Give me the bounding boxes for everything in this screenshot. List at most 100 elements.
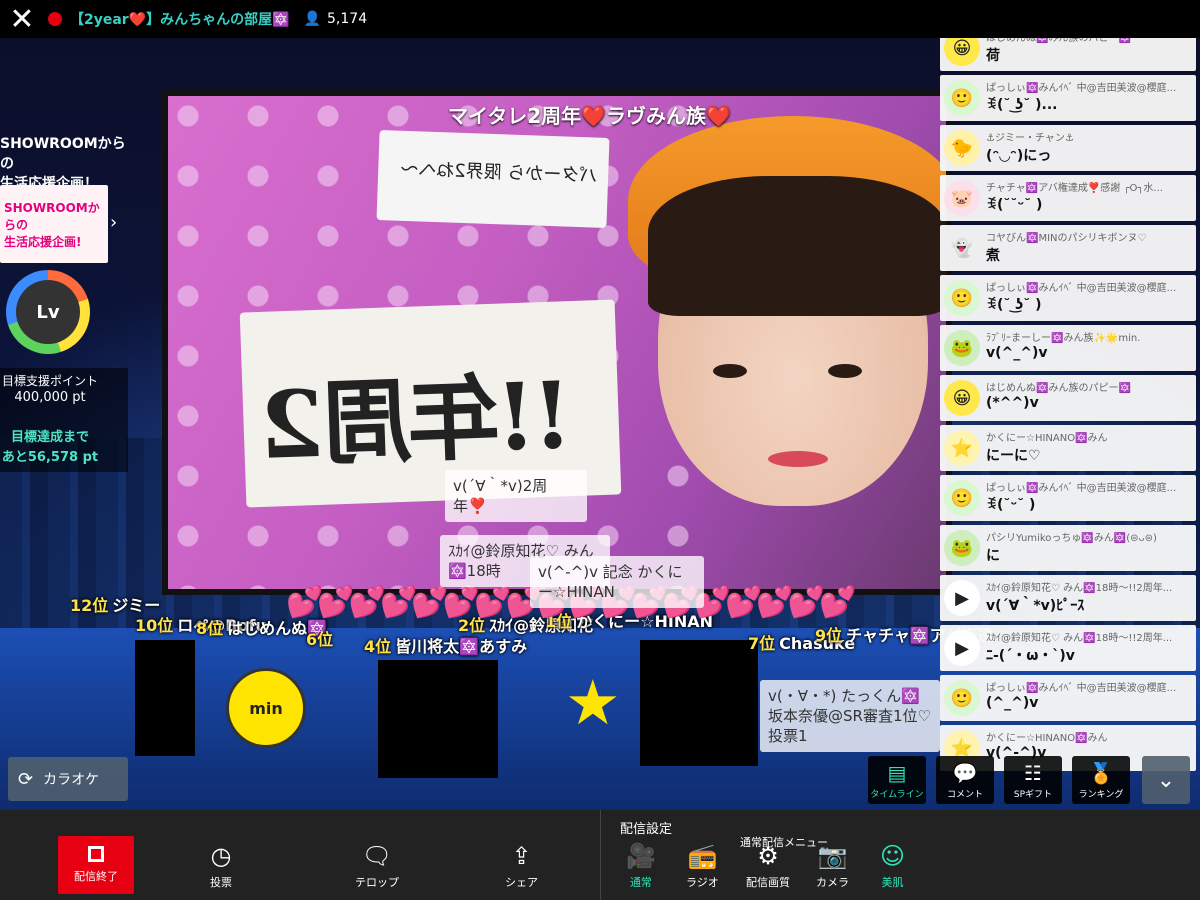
- top-bar: ✕ 【2year❤️】みんちゃんの部屋🔯 👤 5,174: [0, 0, 1200, 38]
- stop-icon: [88, 846, 104, 862]
- commenter-avatar[interactable]: 🐤: [944, 130, 980, 166]
- comment-text: (*^^)v: [986, 395, 1039, 411]
- comment-item[interactable]: 😀 はじめんぬ🔯みん族のパピー🔯 (*^^)v: [940, 375, 1196, 421]
- comment-text: (ᵔ◡ᵔ)にっ: [986, 148, 1052, 164]
- commenter-avatar[interactable]: ▶: [944, 630, 980, 666]
- camera-button[interactable]: 📷 カメラ: [816, 842, 849, 890]
- share-icon: ⇪: [511, 842, 532, 870]
- telop-button[interactable]: 🗨 テロップ: [355, 842, 399, 890]
- vote-button[interactable]: ◷ 投票: [210, 842, 232, 890]
- comment-text: にーに♡: [986, 448, 1041, 464]
- quality-button[interactable]: ⚙ 配信画質: [746, 842, 790, 890]
- commenter-name[interactable]: チャチャ🔯アバ権達成❣️感謝 ┌O┐水...: [986, 179, 1192, 194]
- comment-item[interactable]: ▶ ｽｶｲ@鈴原知花♡ みん🔯18時〜!!2周年... v(´∀｀*v)ﾋﾟｰｽ: [940, 575, 1196, 621]
- commenter-name[interactable]: パシリYumikoっちゅ🔯みん🔯(⊜ᴗ⊜): [986, 529, 1192, 544]
- commenter-name[interactable]: ぱっしぃ🔯みんｲﾍﾞ 中@吉田美波@櫻庭...: [986, 479, 1192, 494]
- avatar[interactable]: min: [226, 668, 306, 748]
- comment-icon: 💬: [952, 760, 978, 785]
- comment-timeline[interactable]: 🙂 ꉂ(˘ᵕ˘ ) 😀 はじめんぬ🔯みん族のパピー🔯 荷 🙂 ぱっしぃ🔯みんｲﾍﾞ 中@吉田…: [938, 0, 1200, 810]
- karaoke-label: カラオケ: [43, 772, 100, 788]
- sp-gift-label: SPギフト: [1013, 789, 1053, 800]
- normal-mode-label: 通常: [629, 876, 652, 889]
- commenter-name[interactable]: はじめんぬ🔯みん族のパピー🔯: [986, 379, 1192, 394]
- anniversary-sign-text: !!年周2: [261, 361, 575, 480]
- gear-icon: ⚙: [757, 842, 779, 870]
- commenter-avatar[interactable]: 🙂: [944, 80, 980, 116]
- commenter-avatar[interactable]: ▶: [944, 580, 980, 616]
- ranking-entry[interactable]: 6位: [306, 626, 337, 650]
- radio-mode-label: ラジオ: [686, 876, 719, 889]
- camera-label: カメラ: [816, 876, 849, 889]
- commenter-avatar[interactable]: 🐷: [944, 180, 980, 216]
- avatar[interactable]: [378, 660, 498, 778]
- comment-text: に: [986, 548, 1000, 564]
- commenter-avatar[interactable]: ⭐: [944, 430, 980, 466]
- rank-name: 皆川将太🔯あすみ: [395, 637, 528, 656]
- close-button[interactable]: ✕: [0, 0, 44, 38]
- normal-mode-button[interactable]: 🎥 通常: [626, 842, 656, 890]
- commenter-avatar[interactable]: 🙂: [944, 280, 980, 316]
- ranking-button[interactable]: 🏅 ランキング: [1072, 756, 1130, 804]
- karaoke-button[interactable]: ⟳ カラオケ: [8, 757, 128, 801]
- end-broadcast-button[interactable]: 配信終了: [58, 836, 134, 894]
- commenter-name[interactable]: ぱっしぃ🔯みんｲﾍﾞ 中@吉田美波@櫻庭...: [986, 279, 1192, 294]
- avatar[interactable]: [640, 640, 758, 766]
- commenter-avatar[interactable]: 🙂: [944, 680, 980, 716]
- comment-item[interactable]: 👻 コヤびん🔯MINのパシリキボンヌ♡ 煮: [940, 225, 1196, 271]
- stage-comment-popup: v(・∀・*) たっくん🔯坂本奈優@SR審査1位♡投票1: [760, 680, 940, 752]
- commenter-name[interactable]: かくにー☆HINANO🔯みん: [986, 729, 1192, 744]
- commenter-avatar[interactable]: 👻: [944, 230, 980, 266]
- commenter-avatar[interactable]: 🐸: [944, 330, 980, 366]
- commenter-name[interactable]: コヤびん🔯MINのパシリキボンヌ♡: [986, 229, 1192, 244]
- ranking-entry[interactable]: 4位 皆川将太🔯あすみ: [364, 633, 527, 657]
- comment-label: コメント: [946, 789, 983, 800]
- comment-text: ꉂ(˘ ͜ʖ˘ ): [986, 297, 1042, 313]
- commenter-name[interactable]: ぱっしぃ🔯みんｲﾍﾞ 中@吉田美波@櫻庭...: [986, 79, 1192, 94]
- comment-item[interactable]: 🐤 ⚓ジミー・チャン⚓ (ᵔ◡ᵔ)にっ: [940, 125, 1196, 171]
- timeline-button[interactable]: ▤ タイムライン: [868, 756, 926, 804]
- sp-gift-button[interactable]: ☷ SPギフト: [1004, 756, 1062, 804]
- whiteboard: パターから 限界2ねへ〜: [376, 130, 610, 228]
- commenter-name[interactable]: ｽｶｲ@鈴原知花♡ みん🔯18時〜!!2周年...: [986, 629, 1192, 644]
- rank-position: 8位: [196, 619, 224, 638]
- comment-item[interactable]: ▶ ｽｶｲ@鈴原知花♡ みん🔯18時〜!!2周年... ﾆ-(´・ω・`)v: [940, 625, 1196, 671]
- comment-item[interactable]: 🐸 ﾗﾌﾞﾘｰまーしー🔯みん族✨🌟min. v(^_^)v: [940, 325, 1196, 371]
- comment-item[interactable]: 🐸 パシリYumikoっちゅ🔯みん🔯(⊜ᴗ⊜) に: [940, 525, 1196, 571]
- beauty-button[interactable]: ☺ 美肌: [880, 842, 905, 890]
- rank-position: 6位: [306, 630, 334, 649]
- level-ring[interactable]: Lv: [6, 270, 90, 354]
- comment-item[interactable]: ⭐ かくにー☆HINANO🔯みん にーに♡: [940, 425, 1196, 471]
- comment-item[interactable]: 🙂 ぱっしぃ🔯みんｲﾍﾞ 中@吉田美波@櫻庭... ꉂ(˘ᵕ˘ ): [940, 475, 1196, 521]
- streamer-hair: [648, 176, 946, 316]
- comment-item[interactable]: 🙂 ぱっしぃ🔯みんｲﾍﾞ 中@吉田美波@櫻庭... ꉂ(˘ ͜ʖ˘ ): [940, 275, 1196, 321]
- commenter-name[interactable]: ⚓ジミー・チャン⚓: [986, 129, 1192, 144]
- commenter-avatar[interactable]: 🐸: [944, 530, 980, 566]
- divider: [600, 810, 601, 900]
- commenter-name[interactable]: ﾗﾌﾞﾘｰまーしー🔯みん族✨🌟min.: [986, 329, 1192, 344]
- rank-position: 12位: [70, 596, 109, 615]
- chevron-right-icon[interactable]: ›: [110, 212, 117, 233]
- level-label: Lv: [16, 280, 80, 344]
- commenter-name[interactable]: かくにー☆HINANO🔯みん: [986, 429, 1192, 444]
- share-button[interactable]: ⇪ シェア: [505, 842, 538, 890]
- commenter-avatar[interactable]: 😀: [944, 380, 980, 416]
- comment-button[interactable]: 💬 コメント: [936, 756, 994, 804]
- collapse-button[interactable]: ⌄: [1142, 756, 1190, 804]
- stage-comment-popup: v(^-^)v 記念 かくにー☆HINAN: [530, 556, 704, 608]
- gauge-icon: ◷: [210, 842, 232, 870]
- quality-label: 配信画質: [746, 876, 790, 889]
- video-caption: マイタレ2周年❤️ラヴみん族❤️: [448, 104, 731, 128]
- campaign-banner-image[interactable]: SHOWROOMからの 生活応援企画!: [0, 185, 108, 263]
- comment-item[interactable]: 🙂 ぱっしぃ🔯みんｲﾍﾞ 中@吉田美波@櫻庭... (^_^)v: [940, 675, 1196, 721]
- commenter-name[interactable]: ぱっしぃ🔯みんｲﾍﾞ 中@吉田美波@櫻庭...: [986, 679, 1192, 694]
- comment-item[interactable]: 🙂 ぱっしぃ🔯みんｲﾍﾞ 中@吉田美波@櫻庭... ꉂ(˘ ͜ʖ˘ )...: [940, 75, 1196, 121]
- goal-remaining-value: あと56,578 pt: [1, 450, 99, 465]
- avatar[interactable]: [135, 640, 195, 756]
- radio-mode-button[interactable]: 📻 ラジオ: [686, 842, 719, 890]
- star-avatar[interactable]: ★: [565, 668, 621, 738]
- commenter-avatar[interactable]: 🙂: [944, 480, 980, 516]
- radio-icon: 📻: [687, 842, 718, 870]
- comment-text: (^_^)v: [986, 695, 1039, 711]
- commenter-name[interactable]: ｽｶｲ@鈴原知花♡ みん🔯18時〜!!2周年...: [986, 579, 1192, 594]
- comment-item[interactable]: 🐷 チャチャ🔯アバ権達成❣️感謝 ┌O┐水... ꉂ(˘˘ᵕ˘ ): [940, 175, 1196, 221]
